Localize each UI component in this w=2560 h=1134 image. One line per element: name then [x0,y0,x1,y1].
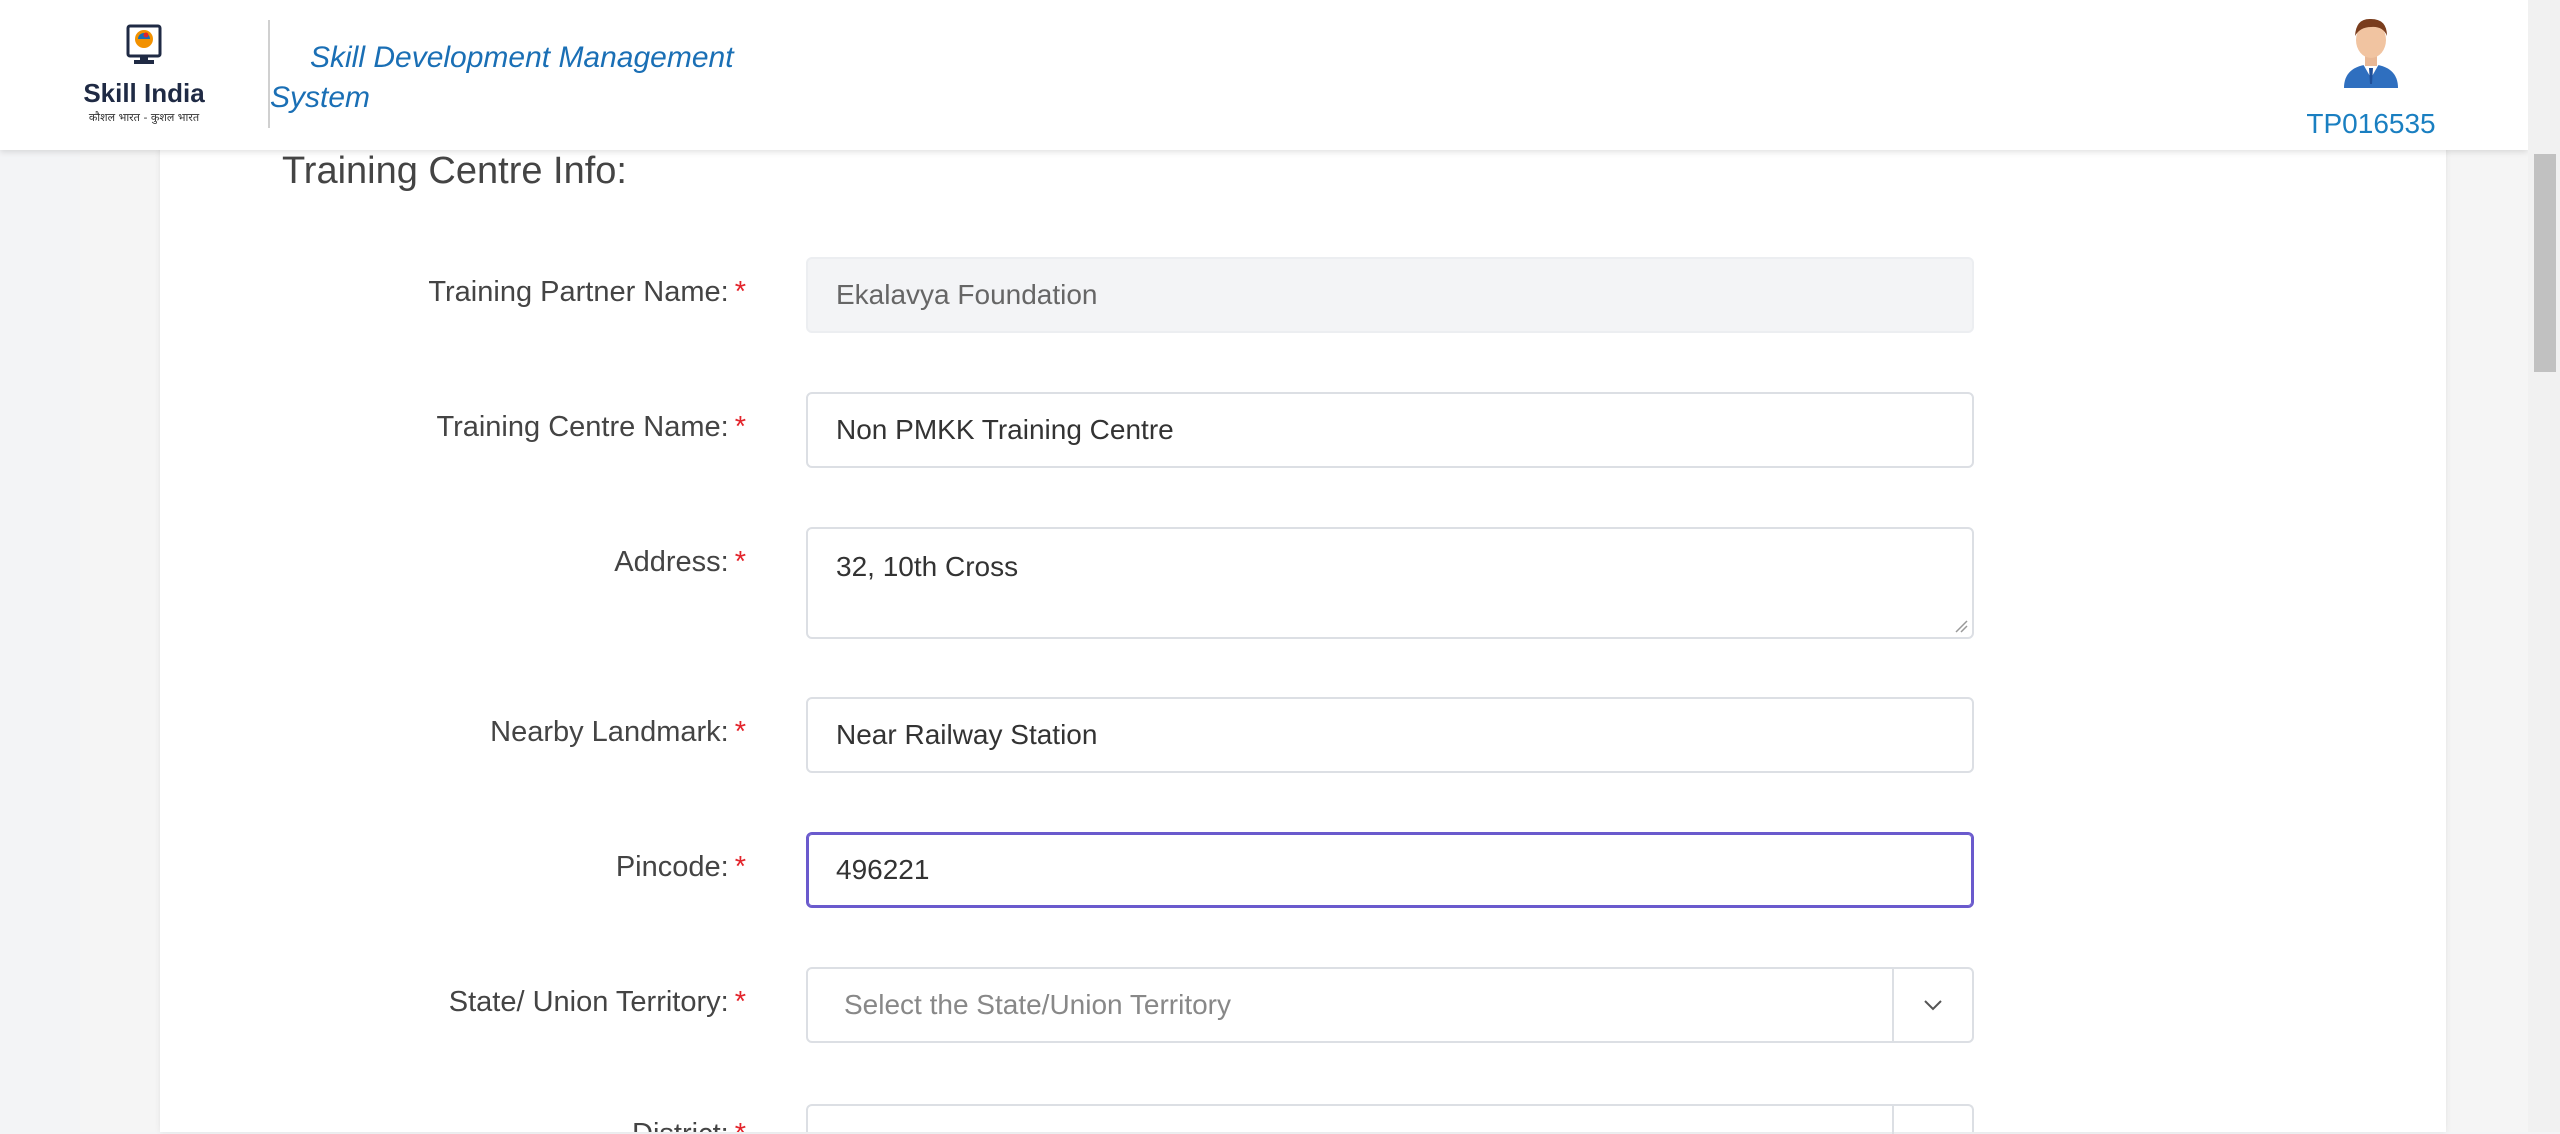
field-label-text: Training Partner Name: [428,276,729,308]
user-id-label[interactable]: TP016535 [2296,108,2446,140]
nearby-landmark-input[interactable]: Near Railway Station [806,697,1974,773]
required-marker: * [734,411,746,443]
field-value: Non PMKK Training Centre [836,414,1174,445]
skill-india-logo[interactable]: Skill India कौशल भारत - कुशल भारत [80,22,208,130]
field-label-text: Address: [614,546,729,578]
field-label-text: Nearby Landmark: [490,716,729,748]
chevron-down-icon [1924,1000,1942,1011]
pincode-input[interactable]: 496221 [806,832,1974,908]
resize-handle-icon[interactable] [1954,619,1968,633]
district-select[interactable] [806,1104,1974,1134]
top-header: Skill India कौशल भारत - कुशल भारत Skill … [0,0,2528,150]
pincode-label: Pincode: * [616,851,746,884]
page-scrollbar[interactable] [2528,0,2560,1132]
required-marker: * [734,851,746,883]
field-label-text: Training Centre Name: [436,411,729,443]
training-centre-name-input[interactable]: Non PMKK Training Centre [806,392,1974,468]
training-partner-name-field: Ekalavya Foundation [806,257,1974,333]
required-marker: * [735,1118,746,1132]
field-value: 496221 [836,854,930,885]
district-label: District: * [632,1118,746,1132]
app-title: Skill Development Management System [270,41,734,114]
required-marker: * [734,546,746,578]
logo-tagline: कौशल भारत - कुशल भारत [88,111,200,124]
field-value: Near Railway Station [836,719,1098,750]
field-value: Ekalavya Foundation [836,279,1098,310]
avatar-icon[interactable] [2336,12,2406,88]
required-marker: * [734,716,746,748]
nearby-landmark-label: Nearby Landmark: * [490,716,746,749]
state-ut-label: State/ Union Territory: * [449,986,746,1019]
address-textarea[interactable]: 32, 10th Cross [806,527,1974,639]
scrollbar-thumb[interactable] [2534,154,2556,372]
training-centre-name-label: Training Centre Name: * [436,411,746,444]
select-toggle-button[interactable] [1892,969,1972,1041]
select-placeholder: Select the State/Union Territory [844,989,1232,1020]
field-label-text: State/ Union Territory: [448,986,729,1018]
section-title: Training Centre Info: [282,150,627,192]
required-marker: * [734,276,746,308]
logo-wordmark: Skill India [83,78,205,108]
select-toggle-button[interactable] [1892,1106,1972,1134]
logo-emblem-icon [126,24,162,64]
field-value: 32, 10th Cross [836,551,1019,582]
field-label-text: Pincode: [615,851,729,883]
required-marker: * [734,986,746,1018]
address-label: Address: * [614,546,746,579]
field-label-text: District: [632,1118,729,1132]
state-ut-select[interactable]: Select the State/Union Territory [806,967,1974,1043]
training-partner-name-label: Training Partner Name: * [428,276,746,309]
